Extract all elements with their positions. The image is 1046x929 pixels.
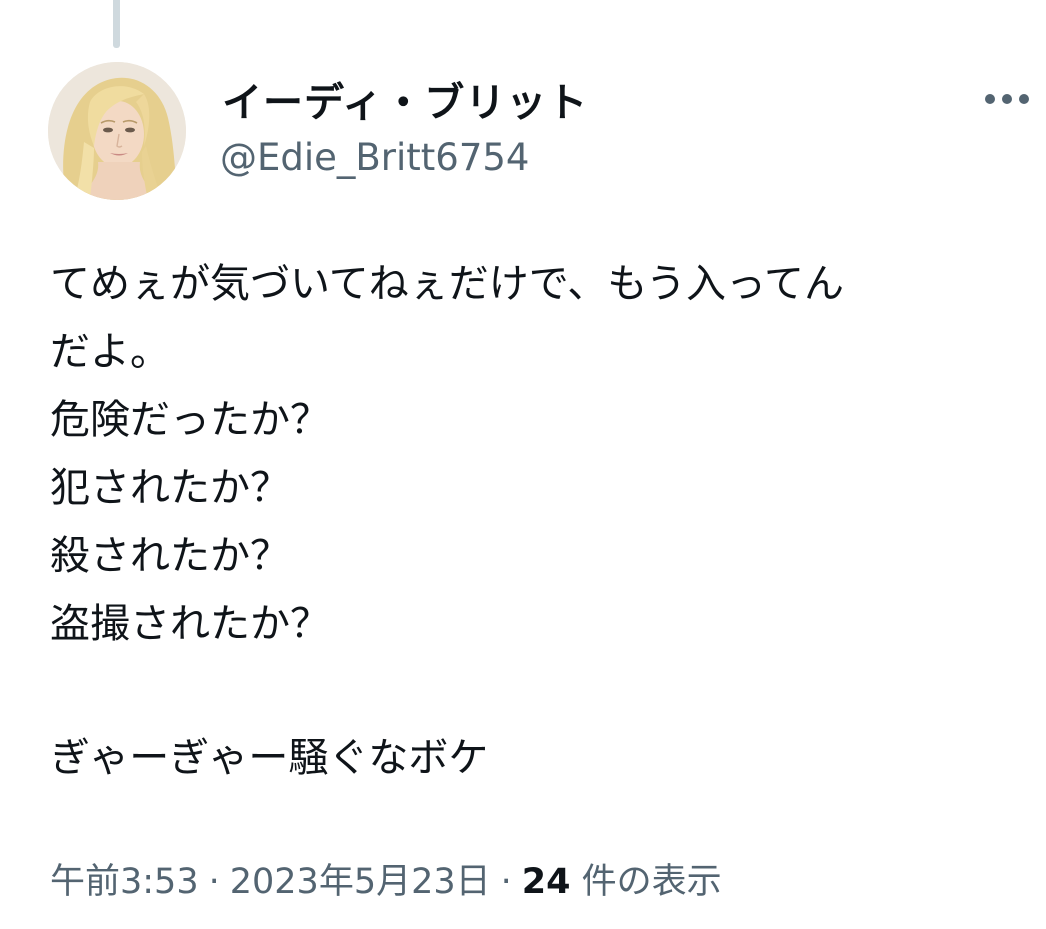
- tweet-date[interactable]: 2023年5月23日: [230, 862, 491, 902]
- tweet-text-line: 犯されたか？: [50, 465, 290, 511]
- author-display-name[interactable]: イーディ・ブリット: [222, 70, 588, 128]
- thread-connector-line: [113, 0, 120, 48]
- tweet-text-line: だよ。: [50, 329, 170, 375]
- more-horizontal-icon: [985, 94, 1029, 104]
- more-options-button[interactable]: [980, 84, 1034, 114]
- views-count[interactable]: 24: [522, 862, 571, 902]
- separator-dot: ·: [500, 862, 512, 902]
- tweet-text-line: 盗撮されたか？: [50, 601, 330, 647]
- views-label: 件の表示: [570, 862, 722, 902]
- tweet-time[interactable]: 午前3:53: [50, 862, 199, 902]
- tweet: イーディ・ブリット @Edie_Britt6754 てめぇが気づいてねぇだけで、…: [0, 0, 1046, 929]
- tweet-text: てめぇが気づいてねぇだけで、もう入ってん だよ。 危険だったか？ 犯されたか？ …: [50, 250, 1010, 792]
- avatar[interactable]: [48, 62, 186, 200]
- tweet-text-line: ぎゃーぎゃー騒ぐなボケ: [50, 735, 489, 781]
- tweet-metadata: 午前3:53 · 2023年5月23日 · 24 件の表示: [50, 853, 722, 904]
- avatar-image: [48, 62, 186, 200]
- tweet-text-line: 殺されたか？: [50, 533, 290, 579]
- author-handle[interactable]: @Edie_Britt6754: [220, 136, 529, 179]
- separator-dot: ·: [208, 862, 220, 902]
- tweet-text-line: 危険だったか？: [50, 397, 330, 443]
- tweet-text-line: てめぇが気づいてねぇだけで、もう入ってん: [50, 261, 844, 307]
